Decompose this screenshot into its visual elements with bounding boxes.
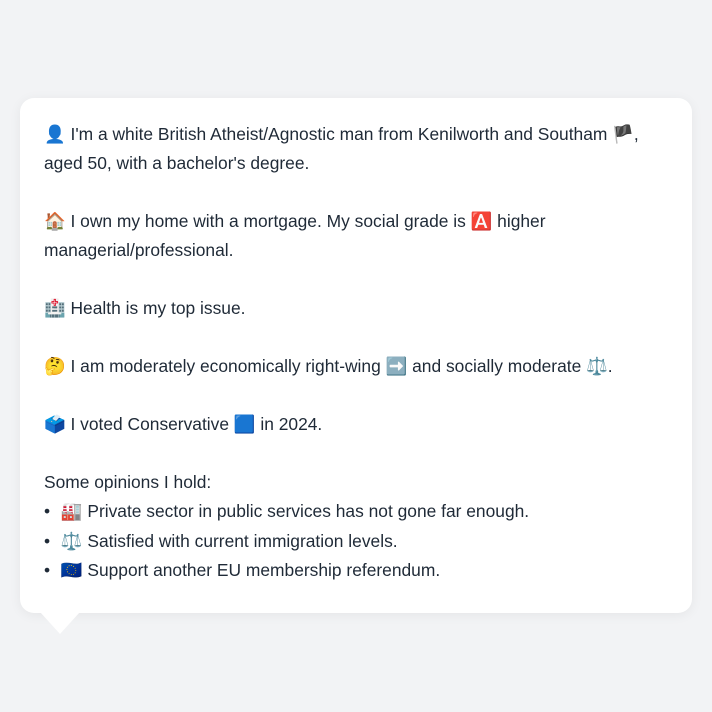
bullet: • — [44, 560, 51, 580]
house-icon: 🏠 — [44, 212, 66, 232]
economic-text: I am moderately economically right-wing — [70, 356, 381, 376]
opinions-label: Some opinions I hold: — [44, 472, 212, 492]
health-paragraph: 🏥 Health is my top issue. — [44, 294, 668, 323]
list-item: • ⚖️ Satisfied with current immigration … — [44, 527, 668, 557]
opinion-text: Private sector in public services has no… — [87, 501, 530, 521]
bullet: • — [44, 501, 51, 521]
thinking-face-icon: 🤔 — [44, 357, 66, 377]
home-paragraph: 🏠 I own my home with a mortgage. My soci… — [44, 207, 668, 265]
grade-a-icon: 🅰️ — [470, 212, 493, 232]
eu-flag-icon: 🇪🇺 — [60, 561, 83, 581]
factory-icon: 🏭 — [60, 502, 83, 522]
ballot-box-icon: 🗳️ — [44, 415, 66, 435]
vote-paragraph: 🗳️ I voted Conservative 🟦 in 2024. — [44, 410, 668, 439]
health-text: Health is my top issue. — [70, 298, 246, 318]
vote-tail-text: in 2024. — [260, 414, 323, 434]
ideology-paragraph: 🤔 I am moderately economically right-win… — [44, 352, 668, 381]
opinions-list: • 🏭 Private sector in public services ha… — [44, 497, 668, 586]
person-icon: 👤 — [44, 125, 66, 145]
right-arrow-icon: ➡️ — [385, 357, 408, 377]
bullet: • — [44, 530, 51, 551]
home-text: I own my home with a mortgage. My social… — [70, 211, 466, 231]
vote-text: I voted Conservative — [70, 414, 230, 434]
list-item: • 🇪🇺 Support another EU membership refer… — [44, 556, 668, 586]
intro-text: I'm a white British Atheist/Agnostic man… — [70, 124, 608, 144]
opinion-text: Support another EU membership referendum… — [87, 560, 441, 580]
england-flag-icon: 🏴 — [612, 125, 634, 145]
balance-scale-icon: ⚖️ — [586, 357, 608, 377]
hospital-icon: 🏥 — [44, 299, 66, 319]
speech-bubble-tail — [40, 612, 80, 634]
intro-paragraph: 👤 I'm a white British Atheist/Agnostic m… — [44, 120, 668, 178]
social-text: and socially moderate — [412, 356, 582, 376]
opinion-text: Satisfied with current immigration level… — [87, 530, 398, 551]
persona-card: 👤 I'm a white British Atheist/Agnostic m… — [20, 98, 692, 613]
social-tail-text: . — [607, 356, 613, 376]
list-item: • 🏭 Private sector in public services ha… — [44, 497, 668, 527]
blue-square-icon: 🟦 — [233, 415, 256, 435]
balance-scale-icon: ⚖️ — [60, 531, 83, 552]
